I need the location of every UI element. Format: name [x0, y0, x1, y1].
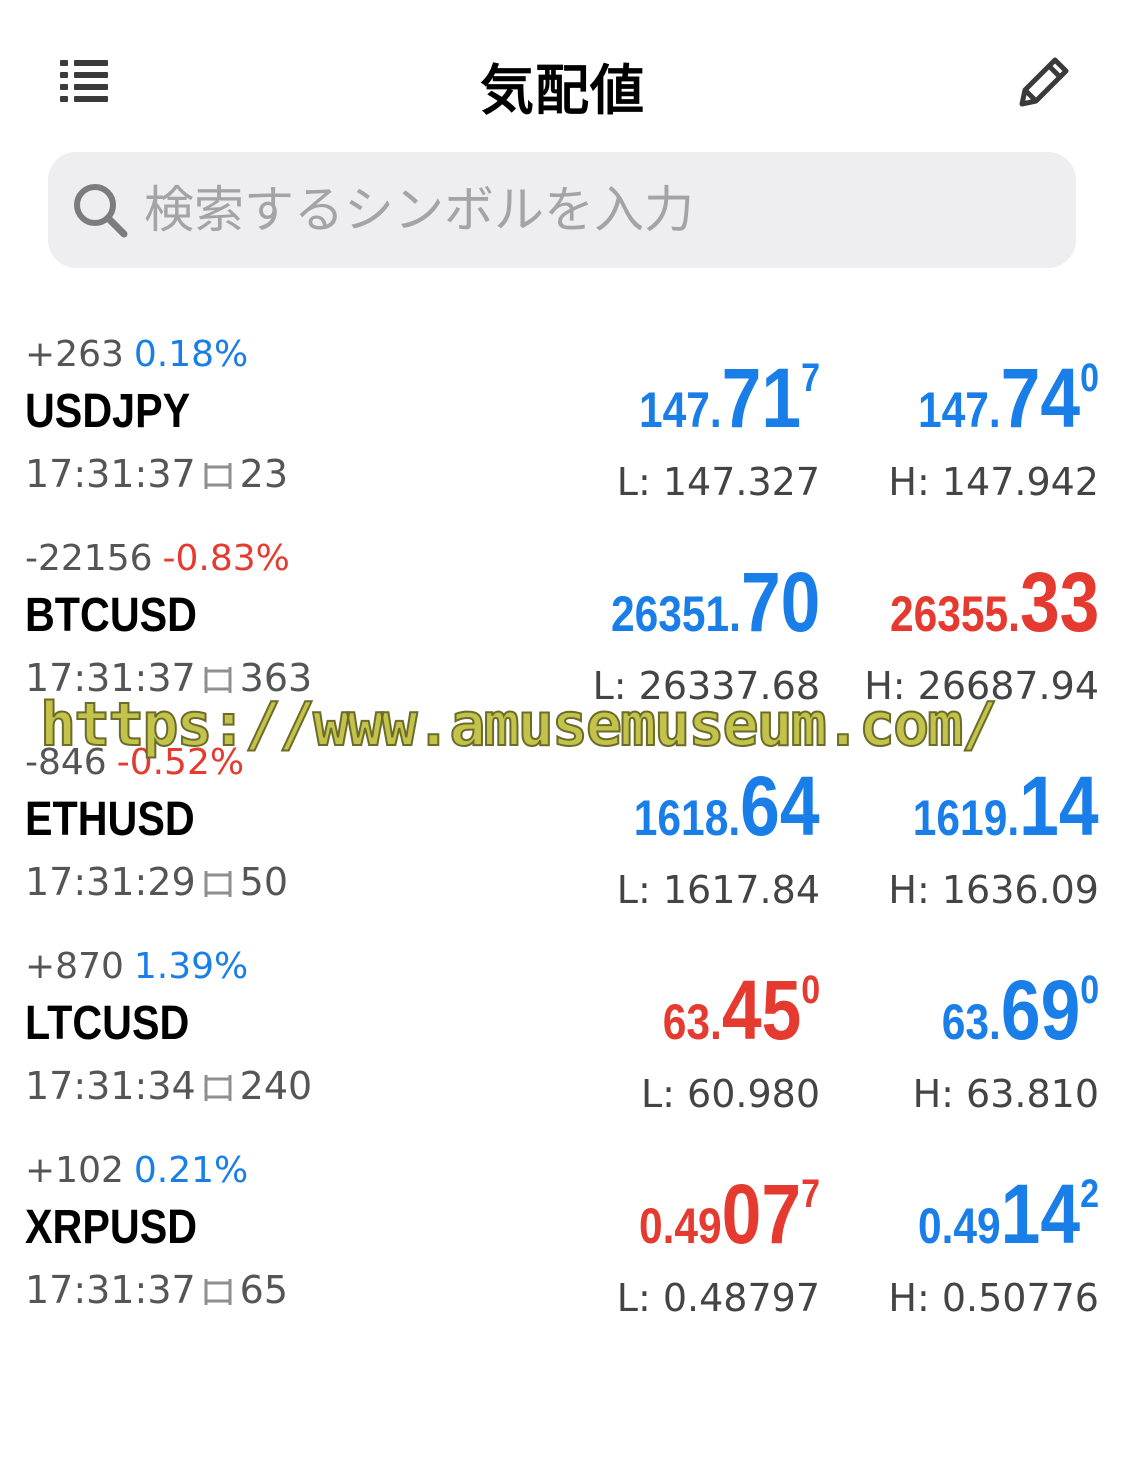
spread-icon [204, 1075, 232, 1101]
time-spread: 17:31:37 65 [25, 1268, 289, 1312]
change-text: -846 -0.52% [25, 742, 245, 783]
time-spread: 17:31:29 50 [25, 860, 289, 904]
high-price: H: 63.810 [912, 1072, 1099, 1116]
quote-row-btcusd[interactable]: -22156 -0.83% BTCUSD 17:31:37 363 26351.70… [0, 538, 1125, 742]
spread-icon [204, 871, 232, 897]
low-price: L: 60.980 [640, 1072, 820, 1116]
high-price: H: 1636.09 [888, 868, 1099, 912]
low-price: L: 1617.84 [616, 868, 820, 912]
spread-icon [204, 667, 232, 693]
quote-row-ethusd[interactable]: -846 -0.52% ETHUSD 17:31:29 50 1618.64 161… [0, 742, 1125, 946]
high-price: H: 0.50776 [888, 1276, 1099, 1320]
search-input[interactable] [144, 152, 1044, 268]
pencil-icon[interactable] [1012, 50, 1076, 114]
high-price: H: 26687.94 [864, 664, 1099, 708]
change-text: +102 0.21% [25, 1150, 249, 1191]
symbol-name: ETHUSD [25, 793, 195, 846]
high-price: H: 147.942 [888, 460, 1099, 504]
change-text: +870 1.39% [25, 946, 249, 987]
time-spread: 17:31:37 23 [25, 452, 289, 496]
spread-icon [204, 1279, 232, 1305]
symbol-name: BTCUSD [25, 589, 197, 642]
time-spread: 17:31:37 363 [25, 656, 313, 700]
symbol-name: XRPUSD [25, 1201, 198, 1254]
symbol-name: LTCUSD [25, 997, 190, 1050]
page-title: 気配値 [480, 59, 645, 122]
low-price: L: 0.48797 [616, 1276, 820, 1320]
low-price: L: 26337.68 [592, 664, 820, 708]
ask-price: 26355.33 [889, 555, 1099, 649]
search-icon [74, 184, 128, 238]
symbol-name: USDJPY [25, 385, 191, 438]
header: 気配値 [0, 0, 1125, 150]
quote-row-usdjpy[interactable]: +263 0.18% USDJPY 17:31:37 23 147.717 147.… [0, 334, 1125, 538]
ask-price: 0.49142 [917, 1167, 1099, 1261]
ask-price: 147.740 [917, 351, 1099, 445]
change-text: +263 0.18% [25, 334, 249, 375]
time-spread: 17:31:34 240 [25, 1064, 313, 1108]
quote-row-ltcusd[interactable]: +870 1.39% LTCUSD 17:31:34 240 63.450 63.6… [0, 946, 1125, 1150]
change-text: -22156 -0.83% [25, 538, 290, 579]
quote-row-xrpusd[interactable]: +102 0.21% XRPUSD 17:31:37 65 0.49077 0.49… [0, 1150, 1125, 1354]
search-bar[interactable] [48, 152, 1076, 268]
ask-price: 1619.14 [913, 759, 1099, 853]
low-price: L: 147.327 [616, 460, 820, 504]
ask-price: 63.690 [941, 963, 1099, 1057]
spread-icon [204, 463, 232, 489]
